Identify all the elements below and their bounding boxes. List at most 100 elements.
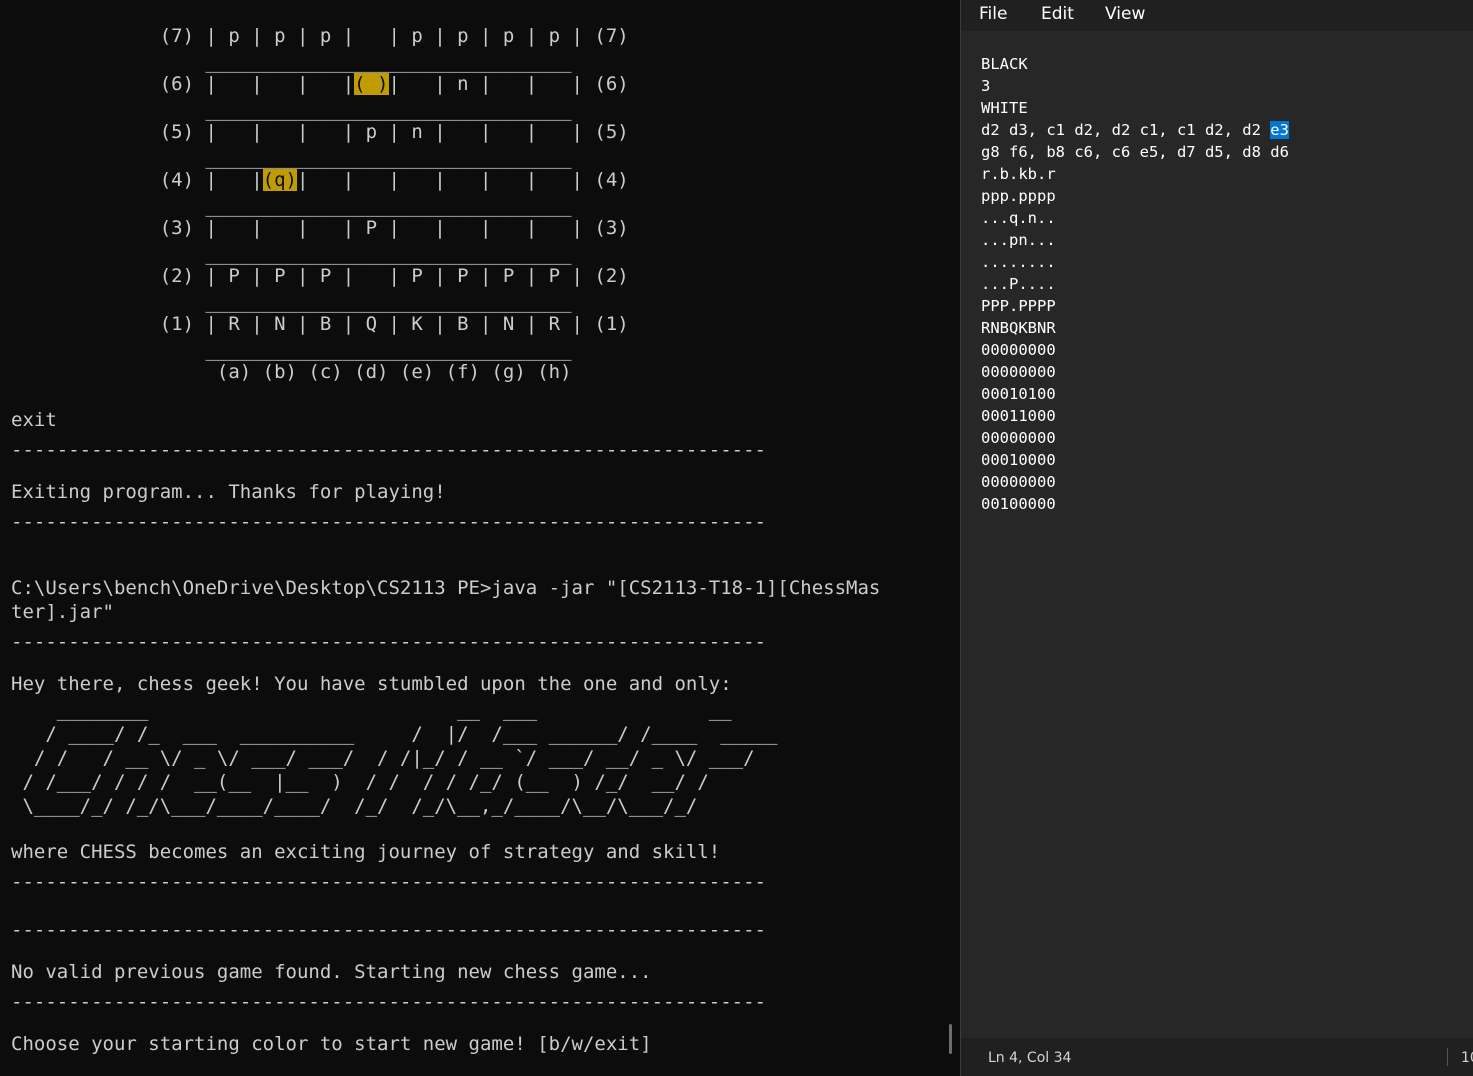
editor-text: ...P.... <box>981 275 1056 293</box>
editor-text: r.b.kb.r <box>981 165 1056 183</box>
terminal-text: ________________________________ <box>11 291 572 313</box>
terminal-line: (4) | |(q)| | | | | | | (4) <box>11 168 629 192</box>
terminal-line: exit <box>11 408 57 432</box>
terminal-text: ________________________________ <box>11 339 572 361</box>
editor-line: 3 <box>981 75 1289 97</box>
editor-text: 00010000 <box>981 451 1056 469</box>
terminal-text: | | n | | | (6) <box>388 73 629 95</box>
text-editor[interactable]: BLACK 3 WHITE d2 d3, c1 d2, d2 c1, c1 d2, d… <box>981 53 1289 515</box>
editor-line: r.b.kb.r <box>981 163 1289 185</box>
terminal-line: \____/_/ /_/\___/____/____/ /_/ /_/\__,_… <box>11 794 697 818</box>
terminal-line: Hey there, chess geek! You have stumbled… <box>11 672 732 696</box>
highlighted-square: ( ) <box>354 73 389 95</box>
terminal-text: C:\Users\bench\OneDrive\Desktop\CS2113 P… <box>11 577 881 599</box>
editor-text: ...q.n.. <box>981 209 1056 227</box>
editor-text: RNBQKBNR <box>981 319 1056 337</box>
terminal-line: (2) | P | P | P | | P | P | P | P | (2) <box>11 264 629 288</box>
text-selection: e3 <box>1270 121 1289 139</box>
terminal-text: Choose your starting color to start new … <box>11 1033 652 1055</box>
editor-line: ppp.pppp <box>981 185 1289 207</box>
editor-text: 00100000 <box>981 495 1056 513</box>
terminal-text: ter].jar" <box>11 601 114 623</box>
editor-text: g8 f6, b8 c6, c6 e5, d7 d5, d8 d6 <box>981 143 1289 161</box>
terminal-line: ________________________________ <box>11 338 572 362</box>
editor-text: d2 d3, c1 d2, d2 c1, c1 d2, d2 <box>981 121 1271 139</box>
editor-text: PPP.PPPP <box>981 297 1056 315</box>
terminal-line: (7) | p | p | p | | p | p | p | p | (7) <box>11 24 629 48</box>
editor-line: WHITE <box>981 97 1289 119</box>
terminal-text: ________________________________ <box>11 195 572 217</box>
terminal-text: / /___/ / / / __(__ |__ ) / / / / /_/ (_… <box>11 771 709 793</box>
terminal-window[interactable]: (7) | p | p | p | | p | p | p | p | (7) … <box>0 0 960 1076</box>
terminal-line: ________________________________ <box>11 194 572 218</box>
editor-line: d2 d3, c1 d2, d2 c1, c1 d2, d2 e3 <box>981 119 1289 141</box>
status-divider <box>1447 1048 1448 1066</box>
editor-line: RNBQKBNR <box>981 317 1289 339</box>
editor-text: 00011000 <box>981 407 1056 425</box>
editor-text: 00000000 <box>981 363 1056 381</box>
editor-text: BLACK <box>981 55 1028 73</box>
editor-line: g8 f6, b8 c6, c6 e5, d7 d5, d8 d6 <box>981 141 1289 163</box>
editor-line: ...q.n.. <box>981 207 1289 229</box>
terminal-line: ________________________________ <box>11 146 572 170</box>
terminal-text: ----------------------------------------… <box>11 991 766 1013</box>
terminal-line: (a) (b) (c) (d) (e) (f) (g) (h) <box>11 360 572 384</box>
terminal-text: No valid previous game found. Starting n… <box>11 961 652 983</box>
terminal-line: where CHESS becomes an exciting journey … <box>11 840 720 864</box>
terminal-text: (1) | R | N | B | Q | K | B | N | R | (1… <box>11 313 629 335</box>
terminal-text: ----------------------------------------… <box>11 439 766 461</box>
editor-text: ppp.pppp <box>981 187 1056 205</box>
terminal-text: where CHESS becomes an exciting journey … <box>11 841 721 863</box>
notepad-window: File Edit View BLACK 3 WHITE d2 d3, c1 d2, … <box>960 0 1473 1076</box>
terminal-line: ----------------------------------------… <box>11 630 766 654</box>
terminal-text: (2) | P | P | P | | P | P | P | P | (2) <box>11 265 629 287</box>
editor-text: 00000000 <box>981 429 1056 447</box>
editor-line: BLACK <box>981 53 1289 75</box>
editor-line: ...P.... <box>981 273 1289 295</box>
terminal-line: / ____/ /_ ___ __________ / |/ /___ ____… <box>11 722 777 746</box>
terminal-line: Exiting program... Thanks for playing! <box>11 480 446 504</box>
terminal-text: ________ __ ___ __ <box>11 699 732 721</box>
menu-edit[interactable]: Edit <box>1041 3 1074 25</box>
editor-line: 00010000 <box>981 449 1289 471</box>
terminal-line: ----------------------------------------… <box>11 510 766 534</box>
editor-line: 00000000 <box>981 339 1289 361</box>
terminal-line: No valid previous game found. Starting n… <box>11 960 652 984</box>
editor-line: PPP.PPPP <box>981 295 1289 317</box>
terminal-text: ________________________________ <box>11 147 572 169</box>
terminal-line: / / / __ \/ _ \/ ___/ ___/ / /|_/ / __ `… <box>11 746 755 770</box>
editor-line: ...pn... <box>981 229 1289 251</box>
terminal-text: ----------------------------------------… <box>11 631 766 653</box>
terminal-text: ----------------------------------------… <box>11 919 766 941</box>
editor-line: 00010100 <box>981 383 1289 405</box>
terminal-text: (5) | | | | p | n | | | | (5) <box>11 121 629 143</box>
terminal-scrollbar-thumb[interactable] <box>949 1024 952 1054</box>
editor-line: 00100000 <box>981 493 1289 515</box>
terminal-line: (1) | R | N | B | Q | K | B | N | R | (1… <box>11 312 629 336</box>
terminal-line: ----------------------------------------… <box>11 870 766 894</box>
editor-line: 00000000 <box>981 427 1289 449</box>
editor-text: WHITE <box>981 99 1028 117</box>
cursor-position: Ln 4, Col 34 <box>988 1050 1072 1066</box>
terminal-line: ----------------------------------------… <box>11 990 766 1014</box>
terminal-text: (3) | | | | P | | | | | (3) <box>11 217 629 239</box>
terminal-line: ________ __ ___ __ <box>11 698 732 722</box>
terminal-line: ----------------------------------------… <box>11 438 766 462</box>
terminal-text: \____/_/ /_/\___/____/____/ /_/ /_/\__,_… <box>11 795 698 817</box>
menu-file[interactable]: File <box>979 3 1007 25</box>
editor-text: ...pn... <box>981 231 1056 249</box>
terminal-line: ________________________________ <box>11 242 572 266</box>
terminal-line: C:\Users\bench\OneDrive\Desktop\CS2113 P… <box>11 576 880 600</box>
terminal-text: | | | | | | | (4) <box>297 169 629 191</box>
terminal-line: / /___/ / / / __(__ |__ ) / / / / /_/ (_… <box>11 770 709 794</box>
menu-bar: File Edit View <box>961 0 1473 31</box>
editor-line: 00000000 <box>981 361 1289 383</box>
terminal-text: (6) | | | | <box>11 73 355 95</box>
terminal-text: ________________________________ <box>11 243 572 265</box>
terminal-text: / ____/ /_ ___ __________ / |/ /___ ____… <box>11 723 778 745</box>
terminal-line: (5) | | | | p | n | | | | (5) <box>11 120 629 144</box>
menu-view[interactable]: View <box>1105 3 1145 25</box>
terminal-text: ________________________________ <box>11 99 572 121</box>
zoom-level: 10 <box>1461 1050 1473 1066</box>
terminal-text: ----------------------------------------… <box>11 871 766 893</box>
